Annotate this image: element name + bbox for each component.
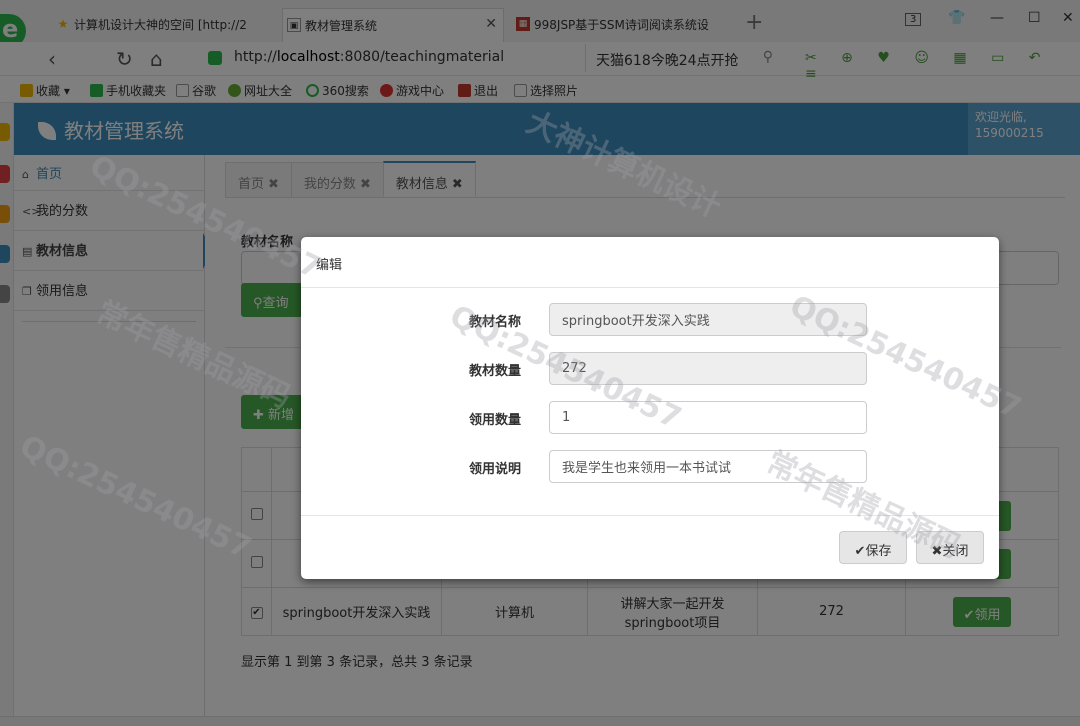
field-label: 教材数量 — [468, 364, 521, 379]
borrow-note-field[interactable] — [549, 450, 867, 483]
form-row: 教材名称 — [301, 303, 999, 337]
edit-modal: 编辑 教材名称 教材数量 领用数量 领用说明 ✔保存 ✖关闭 — [301, 237, 999, 579]
material-quantity-field[interactable] — [549, 352, 867, 385]
modal-footer-divider — [301, 515, 999, 516]
close-button-label: 关闭 — [942, 544, 969, 559]
field-label: 领用数量 — [468, 413, 521, 428]
save-button-label: 保存 — [865, 544, 892, 559]
close-icon: ✖ — [931, 544, 943, 559]
form-row: 领用数量 — [301, 401, 999, 435]
material-name-field[interactable] — [549, 303, 867, 336]
field-label: 教材名称 — [468, 315, 521, 330]
modal-header-divider — [301, 287, 999, 288]
check-icon: ✔ — [854, 544, 866, 559]
borrow-quantity-field[interactable] — [549, 401, 867, 434]
save-button[interactable]: ✔保存 — [839, 531, 907, 564]
field-label: 领用说明 — [468, 462, 521, 477]
close-button[interactable]: ✖关闭 — [916, 531, 984, 564]
form-row: 教材数量 — [301, 352, 999, 386]
modal-title: 编辑 — [316, 258, 343, 273]
form-row: 领用说明 — [301, 450, 999, 484]
